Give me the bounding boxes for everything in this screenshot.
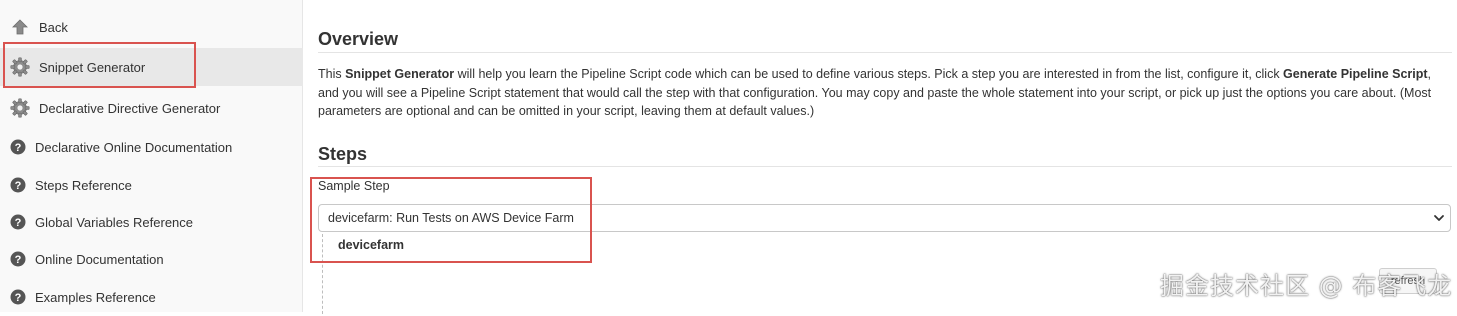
help-icon: ? — [10, 214, 26, 230]
sidebar-item-label: Online Documentation — [35, 251, 164, 267]
sidebar-item-label: Steps Reference — [35, 177, 132, 193]
divider — [318, 52, 1452, 53]
chevron-down-icon — [1432, 211, 1446, 225]
sidebar-item-label: Examples Reference — [35, 289, 156, 305]
svg-text:?: ? — [15, 254, 22, 266]
sidebar-item-global-variables-reference[interactable]: ? Global Variables Reference — [0, 203, 303, 241]
refresh-button[interactable]: refresh — [1379, 268, 1437, 294]
svg-text:?: ? — [15, 292, 22, 304]
sidebar-item-label: Declarative Online Documentation — [35, 139, 233, 155]
sidebar: Back Snippet Generator Declarative Direc… — [0, 0, 303, 312]
gear-icon — [10, 98, 30, 118]
sidebar-item-online-documentation[interactable]: ? Online Documentation — [0, 240, 303, 278]
step-config-guide — [322, 234, 323, 314]
sidebar-item-label: Declarative Directive Generator — [39, 100, 221, 116]
help-icon: ? — [10, 289, 26, 305]
sidebar-item-back[interactable]: Back — [0, 8, 303, 46]
sidebar-item-steps-reference[interactable]: ? Steps Reference — [0, 166, 303, 204]
main-content: Overview This Snippet Generator will hel… — [310, 0, 1452, 314]
help-icon: ? — [10, 251, 26, 267]
sample-step-select[interactable]: devicefarm: Run Tests on AWS Device Farm — [318, 204, 1451, 232]
sidebar-item-declarative-online-documentation[interactable]: ? Declarative Online Documentation — [0, 128, 303, 166]
help-icon: ? — [10, 177, 26, 193]
sidebar-item-label: Snippet Generator — [39, 59, 146, 75]
svg-text:?: ? — [15, 180, 22, 192]
divider — [318, 166, 1452, 167]
svg-text:?: ? — [15, 142, 22, 154]
help-icon: ? — [10, 139, 26, 155]
overview-description: This Snippet Generator will help you lea… — [318, 67, 1432, 118]
sample-step-selected-value: devicefarm: Run Tests on AWS Device Farm — [328, 211, 574, 225]
sidebar-item-snippet-generator[interactable]: Snippet Generator — [0, 48, 303, 86]
sidebar-item-examples-reference[interactable]: ? Examples Reference — [0, 278, 303, 316]
overview-title: Overview — [318, 29, 399, 49]
sample-step-label: Sample Step — [318, 179, 390, 193]
steps-title: Steps — [318, 144, 368, 164]
step-config-title: devicefarm — [338, 238, 405, 252]
svg-text:?: ? — [15, 217, 22, 229]
gear-icon — [10, 57, 30, 77]
sidebar-item-label: Back — [39, 19, 68, 35]
up-arrow-icon — [10, 17, 30, 37]
sidebar-item-declarative-directive-generator[interactable]: Declarative Directive Generator — [0, 89, 303, 127]
sidebar-item-label: Global Variables Reference — [35, 214, 194, 230]
